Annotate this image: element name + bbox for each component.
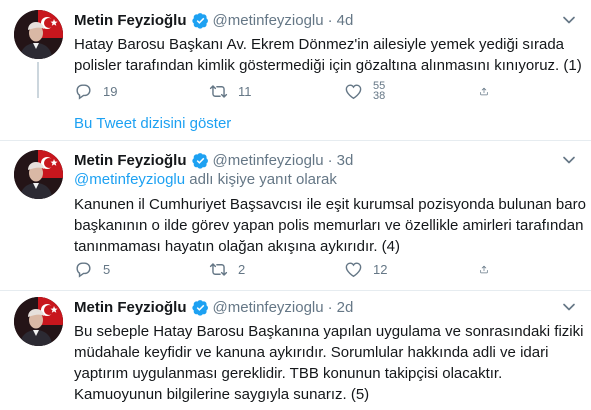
reply-button[interactable]: 19 — [74, 82, 209, 101]
retweet-button[interactable]: 2 — [209, 260, 344, 279]
tweet-text-line: Bu sebeple Hatay Barosu Başkanına yapıla… — [74, 323, 584, 340]
tweet-text-line: yaptırım uygulanması gereklidir. TBB kon… — [74, 365, 503, 382]
verified-badge-icon — [192, 12, 209, 29]
like-count: 55 38 — [373, 81, 386, 101]
share-button[interactable] — [479, 82, 499, 101]
retweet-icon — [209, 260, 228, 279]
retweet-button[interactable]: 11 — [209, 82, 344, 101]
tweet-3[interactable]: Metin Feyzioğlu @metinfeyzioglu · 2d Bu … — [0, 291, 591, 410]
like-icon — [344, 260, 363, 279]
share-icon — [479, 260, 489, 279]
like-count: 12 — [373, 261, 388, 277]
reply-icon — [74, 260, 93, 279]
show-thread-link[interactable]: Bu Tweet dizisini göster — [74, 115, 231, 132]
author-name[interactable]: Metin Feyzioğlu — [74, 12, 187, 29]
retweet-icon — [209, 82, 228, 101]
tweet-time[interactable]: 4d — [337, 12, 354, 29]
author-handle[interactable]: @metinfeyzioglu — [213, 299, 324, 316]
verified-badge-icon — [192, 299, 209, 316]
share-icon — [479, 82, 489, 101]
tweet-time[interactable]: 2d — [337, 299, 354, 316]
tweet-text-line: tanınmaması hayatın olağan akışına aykır… — [74, 238, 401, 255]
separator-dot: · — [327, 298, 333, 316]
verified-badge-icon — [192, 152, 209, 169]
tweet-2[interactable]: Metin Feyzioğlu @metinfeyzioglu · 3d @me… — [0, 141, 591, 290]
thread-connector-line — [37, 62, 39, 98]
tweet-text-line: müdahale keyfidir ve kanuna aykırıdır. S… — [74, 344, 549, 361]
author-handle[interactable]: @metinfeyzioglu — [213, 152, 324, 169]
reply-mention-link[interactable]: @metinfeyzioglu — [74, 171, 185, 188]
share-button[interactable] — [479, 260, 499, 279]
avatar[interactable] — [14, 297, 63, 346]
tweet-text-line: Kamuoyunun bilgilerine saygıyla sunarız.… — [74, 386, 370, 403]
reply-to-suffix: adlı kişiye yanıt olarak — [185, 171, 337, 188]
like-icon — [344, 82, 363, 101]
tweet-1[interactable]: Metin Feyzioğlu @metinfeyzioglu · 4d Hat… — [0, 0, 591, 140]
author-handle[interactable]: @metinfeyzioglu — [213, 12, 324, 29]
replying-to: @metinfeyzioglu adlı kişiye yanıt olarak — [74, 170, 579, 190]
chevron-down-icon[interactable] — [559, 297, 579, 317]
avatar[interactable] — [14, 150, 63, 199]
reply-count: 19 — [103, 83, 118, 99]
chevron-down-icon[interactable] — [559, 150, 579, 170]
retweet-count: 2 — [238, 261, 246, 277]
reply-icon — [74, 82, 93, 101]
tweet-time[interactable]: 3d — [337, 152, 354, 169]
retweet-count: 11 — [238, 83, 252, 99]
tweet-text-line: polisler tarafından kimlik göstermediği … — [74, 57, 582, 74]
reply-button[interactable]: 5 — [74, 260, 209, 279]
tweet-text-line: Kanunen il Cumhuriyet Başsavcısı ile eşi… — [74, 196, 586, 213]
separator-dot: · — [327, 151, 333, 169]
author-name[interactable]: Metin Feyzioğlu — [74, 152, 187, 169]
tweet-text-line: Hatay Barosu Başkanı Av. Ekrem Dönmez'in… — [74, 36, 565, 53]
tweet-text-line: başkanının o ilde görev yapan polis memu… — [74, 217, 584, 234]
separator-dot: · — [327, 11, 333, 29]
chevron-down-icon[interactable] — [559, 10, 579, 30]
reply-count: 5 — [103, 261, 111, 277]
author-name[interactable]: Metin Feyzioğlu — [74, 299, 187, 316]
avatar[interactable] — [14, 10, 63, 59]
like-button[interactable]: 12 — [344, 260, 479, 279]
like-button[interactable]: 55 38 — [344, 81, 479, 101]
